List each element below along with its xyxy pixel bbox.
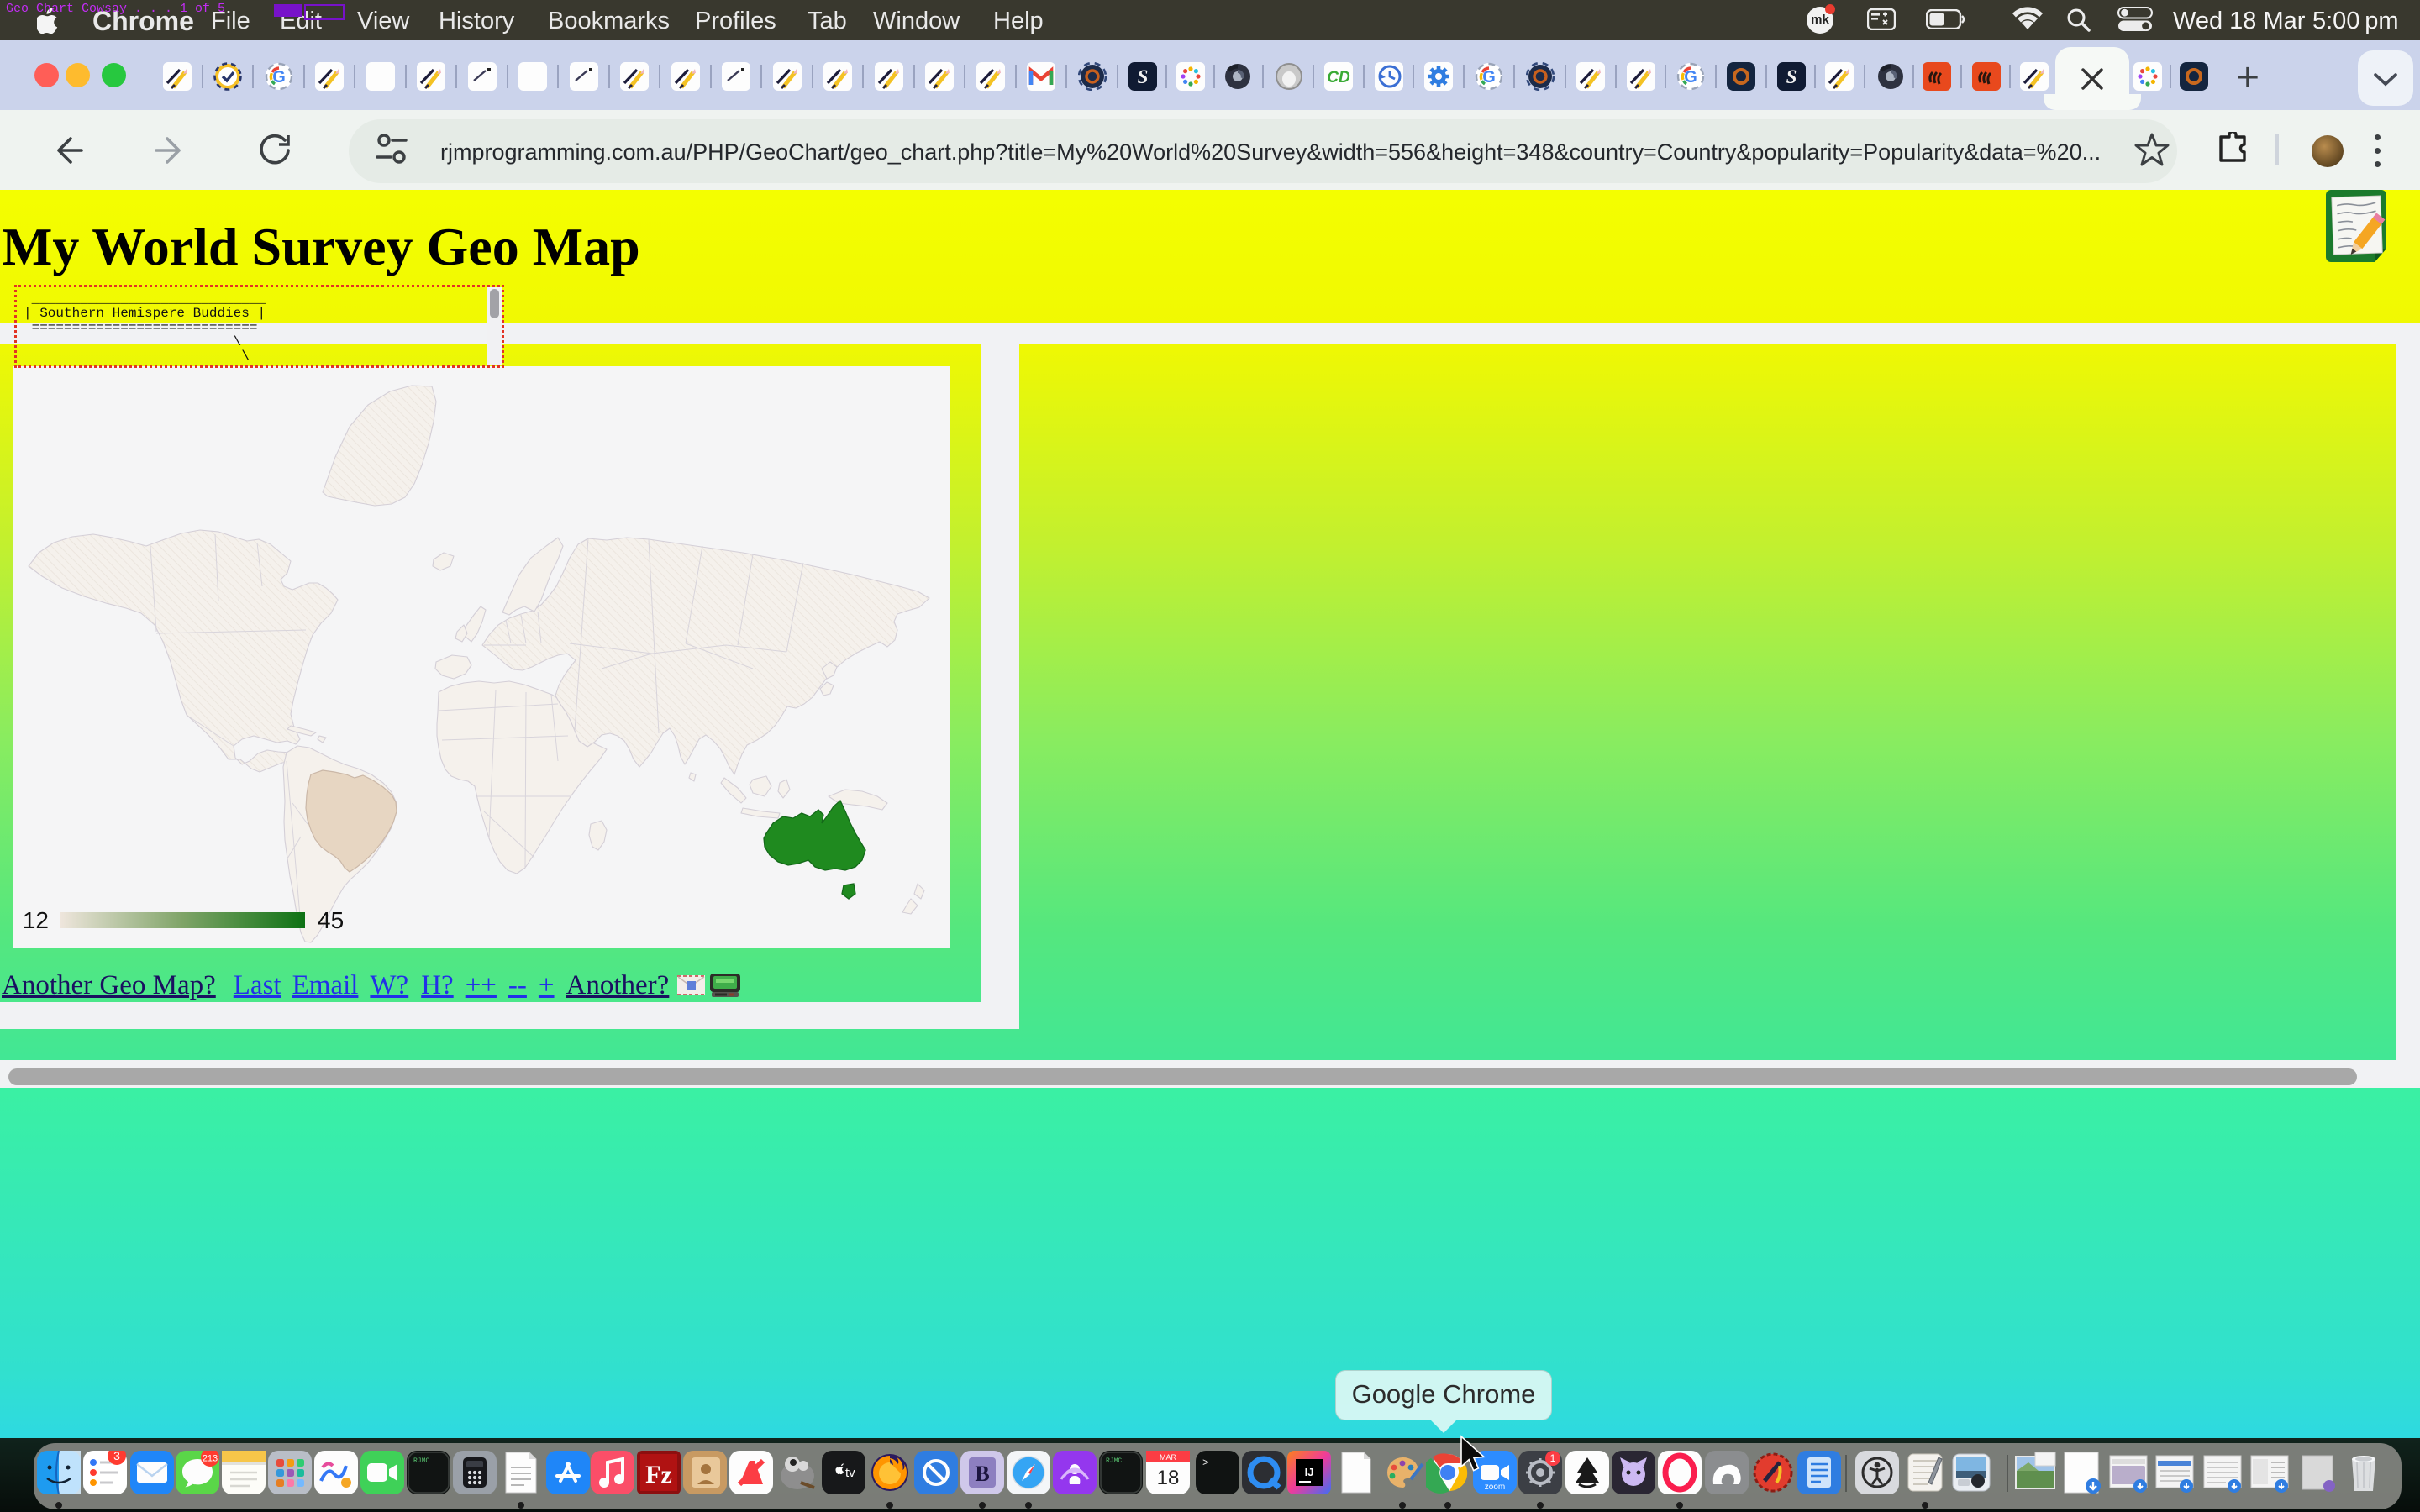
svg-text:213: 213 [203, 1454, 218, 1464]
svg-text:IJ: IJ [1305, 1466, 1314, 1478]
svg-text:1: 1 [1550, 1452, 1556, 1464]
svg-text:B: B [975, 1462, 989, 1486]
svg-text:3: 3 [113, 1451, 120, 1462]
svg-text:Fz: Fz [645, 1461, 672, 1488]
svg-text:tv: tv [845, 1466, 855, 1480]
svg-text:45: 45 [318, 907, 344, 933]
svg-text:CD: CD [1327, 69, 1350, 87]
svg-text:zoom: zoom [1485, 1483, 1505, 1492]
svg-text:MAR: MAR [1160, 1453, 1177, 1462]
svg-text:>_: >_ [1202, 1457, 1216, 1469]
svg-text:18: 18 [1157, 1467, 1180, 1489]
svg-text:12: 12 [23, 907, 49, 933]
svg-text:RJMC: RJMC [1106, 1457, 1122, 1465]
svg-text:S: S [1138, 66, 1149, 87]
svg-text:RJMC: RJMC [413, 1457, 429, 1465]
svg-text:S: S [1786, 66, 1797, 87]
